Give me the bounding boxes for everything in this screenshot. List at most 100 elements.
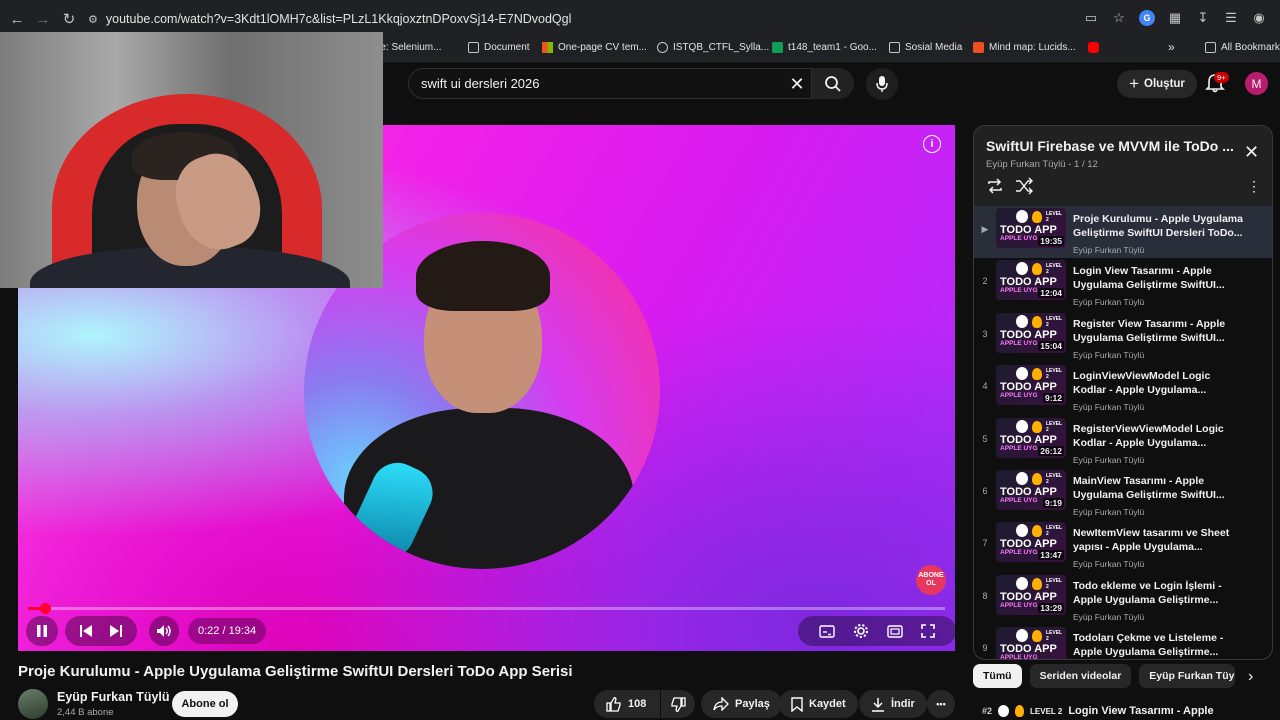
playlist-item[interactable]: 8 LEVEL 2 TODO APP APPLE UYG 13:29 Todo eklem… — [974, 573, 1272, 625]
playlist-item-thumbnail[interactable]: LEVEL 2 TODO APP APPLE UYG 26:12 — [996, 417, 1066, 458]
progress-bar[interactable] — [28, 603, 945, 614]
pause-button[interactable] — [26, 616, 58, 646]
bookmark-document[interactable]: Document — [468, 42, 530, 53]
reload-icon[interactable]: ↻ — [56, 6, 82, 32]
playlist-item-duration: 26:12 — [1038, 445, 1064, 456]
playlist-item[interactable]: 2 LEVEL 2 TODO APP APPLE UYG 12:04 Login View… — [974, 258, 1272, 310]
captions-icon[interactable] — [819, 624, 835, 638]
more-bookmarks-icon[interactable]: » — [1168, 40, 1175, 54]
prev-next-group — [65, 616, 137, 646]
share-button[interactable]: Paylaş — [701, 690, 782, 718]
address-bar[interactable]: ⚙ youtube.com/watch?v=3Kdt1lOMH7c&list=P… — [88, 6, 1106, 32]
playlist-item-title[interactable]: Register View Tasarımı - Apple Uygulama … — [1073, 317, 1243, 345]
next-icon[interactable] — [109, 624, 123, 638]
media-control-icon[interactable]: ☰ — [1220, 7, 1242, 29]
download-arrow-icon — [872, 697, 884, 712]
star-icon[interactable]: ☆ — [1108, 7, 1130, 29]
back-icon[interactable]: ← — [4, 6, 30, 32]
thumbnail-subtitle-text: APPLE UYG — [1000, 235, 1038, 242]
playlist-item[interactable]: ▶ LEVEL 2 TODO APP APPLE UYG 19:35 Proje Kuru… — [974, 206, 1272, 259]
download-button[interactable]: İndir — [859, 690, 927, 718]
playlist-item[interactable]: 9 LEVEL 2 TODO APP APPLE UYG Todoları Çekme … — [974, 625, 1272, 659]
chip-series[interactable]: Seriden videolar — [1029, 664, 1132, 688]
settings-gear-icon[interactable] — [853, 623, 869, 639]
save-button[interactable]: Kaydet — [779, 690, 858, 718]
bookmark-team[interactable]: t148_team1 - Goo... — [772, 42, 877, 53]
bookmark-social[interactable]: Sosial Media — [889, 42, 962, 53]
chip-channel[interactable]: Eyüp Furkan Tüylü ad — [1139, 664, 1236, 688]
more-actions-button[interactable]: ••• — [927, 690, 955, 718]
playlist-item-title[interactable]: RegisterViewViewModel Logic Kodlar - App… — [1073, 422, 1243, 450]
up-next-item[interactable]: #2 LEVEL 2 Login View Tasarımı - Apple — [982, 701, 1280, 720]
playlist-item-title[interactable]: LoginViewViewModel Logic Kodlar - Apple … — [1073, 369, 1243, 397]
forward-icon[interactable]: → — [30, 6, 56, 32]
playlist-item-duration: 13:47 — [1038, 550, 1064, 561]
close-playlist-icon[interactable]: ✕ — [1244, 142, 1259, 163]
search-button[interactable] — [812, 68, 854, 99]
voice-search-button[interactable] — [866, 68, 898, 100]
dislike-button[interactable] — [661, 690, 695, 718]
shuffle-icon[interactable] — [1015, 177, 1033, 195]
playlist-item-index: 4 — [982, 381, 988, 392]
playlist-item-channel: Eyüp Furkan Tüylü — [1073, 454, 1145, 465]
apple-icon — [1016, 471, 1028, 485]
playlist-item-title[interactable]: MainView Tasarımı - Apple Uygulama Geliş… — [1073, 474, 1243, 502]
up-next-title: Login View Tasarımı - Apple — [1068, 705, 1214, 717]
playlist-item-thumbnail[interactable]: LEVEL 2 TODO APP APPLE UYG 12:04 — [996, 260, 1066, 301]
playlist-item-thumbnail[interactable]: LEVEL 2 TODO APP APPLE UYG 9:12 — [996, 365, 1066, 406]
playlist-item[interactable]: 6 LEVEL 2 TODO APP APPLE UYG 9:19 MainView Ta… — [974, 468, 1272, 520]
playlist-item-thumbnail[interactable]: LEVEL 2 TODO APP APPLE UYG 13:47 — [996, 522, 1066, 563]
bookmark-youtube[interactable] — [1088, 42, 1099, 53]
account-avatar[interactable]: M — [1245, 72, 1268, 95]
playlist-item[interactable]: 4 LEVEL 2 TODO APP APPLE UYG 9:12 LoginViewVi… — [974, 363, 1272, 415]
all-bookmarks[interactable]: All Bookmarks — [1205, 42, 1280, 53]
create-button[interactable]: + Oluştur — [1117, 70, 1197, 98]
theater-mode-icon[interactable] — [887, 624, 903, 638]
previous-icon[interactable] — [79, 624, 93, 638]
playlist-item-title[interactable]: Todo ekleme ve Login İşlemi - Apple Uygu… — [1073, 579, 1243, 607]
download-icon[interactable]: ↧ — [1192, 7, 1214, 29]
playlist-item-thumbnail[interactable]: LEVEL 2 TODO APP APPLE UYG 9:19 — [996, 469, 1066, 510]
thumbnail-level-text: LEVEL 2 — [1046, 472, 1063, 485]
site-settings-icon[interactable]: ⚙ — [88, 13, 98, 26]
chips-next-icon[interactable]: › — [1248, 668, 1253, 686]
volume-button[interactable] — [149, 616, 179, 646]
google-lens-icon[interactable]: G — [1136, 7, 1158, 29]
playlist-item-index: 5 — [982, 433, 988, 444]
chip-all[interactable]: Tümü — [973, 664, 1022, 688]
cast-icon[interactable]: ▭ — [1080, 7, 1102, 29]
playlist-item-thumbnail[interactable]: LEVEL 2 TODO APP APPLE UYG 15:04 — [996, 312, 1066, 353]
clear-search-icon[interactable]: ✕ — [784, 71, 810, 97]
playlist-item[interactable]: 3 LEVEL 2 TODO APP APPLE UYG 15:04 Register V… — [974, 311, 1272, 363]
bookmark-mindmap[interactable]: Mind map: Lucids... — [973, 42, 1076, 53]
firebase-icon — [1032, 472, 1042, 485]
scrubber-handle[interactable] — [40, 603, 52, 614]
profile-icon[interactable]: ◉ — [1248, 7, 1270, 29]
extensions-icon[interactable]: ▦ — [1164, 7, 1186, 29]
playlist-item-thumbnail[interactable]: LEVEL 2 TODO APP APPLE UYG — [996, 627, 1066, 659]
playlist-item-channel: Eyüp Furkan Tüylü — [1073, 559, 1145, 570]
playlist-item-title[interactable]: NewItemView tasarımı ve Sheet yapısı - A… — [1073, 526, 1243, 554]
bookmark-istqb[interactable]: ISTQB_CTFL_Sylla... — [657, 42, 769, 53]
fullscreen-icon[interactable] — [921, 624, 935, 638]
playlist-item-thumbnail[interactable]: LEVEL 2 TODO APP APPLE UYG 13:29 — [996, 574, 1066, 615]
playlist-item[interactable]: 5 LEVEL 2 TODO APP APPLE UYG 26:12 RegisterVi… — [974, 416, 1272, 468]
search-input[interactable]: swift ui dersleri 2026 — [408, 68, 812, 99]
playlist-item[interactable]: 7 LEVEL 2 TODO APP APPLE UYG 13:47 NewItemVie… — [974, 520, 1272, 572]
subscribe-watermark[interactable]: ABONE OL — [916, 565, 946, 595]
playlist-more-icon[interactable]: ⋮ — [1247, 178, 1261, 195]
playlist-item-title[interactable]: Proje Kurulumu - Apple Uygulama Geliştir… — [1073, 212, 1243, 240]
subscribe-button[interactable]: Abone ol — [172, 691, 238, 717]
channel-avatar[interactable] — [18, 689, 48, 719]
thumbnail-subtitle-text: APPLE UYG — [1000, 287, 1038, 295]
like-button[interactable]: 108 — [594, 690, 660, 718]
thumbnail-level-text: LEVEL 2 — [1046, 315, 1063, 328]
playlist-title[interactable]: SwiftUI Firebase ve MVVM ile ToDo ... — [986, 138, 1236, 154]
playlist-item-title[interactable]: Login View Tasarımı - Apple Uygulama Gel… — [1073, 264, 1243, 292]
info-icon[interactable]: i — [923, 135, 941, 153]
playlist-item-title[interactable]: Todoları Çekme ve Listeleme - Apple Uygu… — [1073, 631, 1243, 659]
playlist-item-thumbnail[interactable]: LEVEL 2 TODO APP APPLE UYG 19:35 — [996, 208, 1066, 248]
loop-icon[interactable] — [986, 177, 1004, 195]
bookmark-cv[interactable]: One-page CV tem... — [542, 42, 647, 53]
channel-name[interactable]: Eyüp Furkan Tüylü — [57, 690, 170, 704]
